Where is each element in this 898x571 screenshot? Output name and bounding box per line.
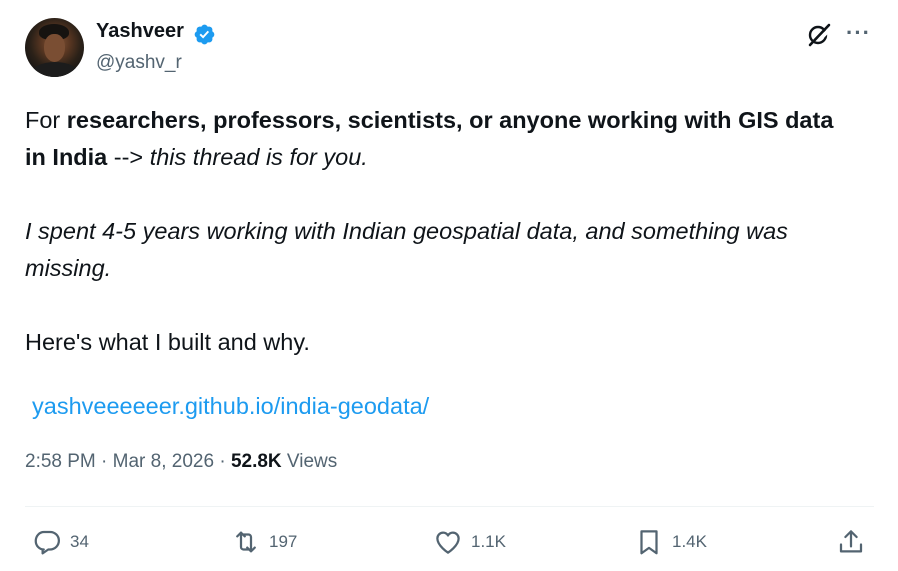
retweet-count: 197 xyxy=(269,532,298,551)
tweet-text-italic-1: this thread is for you. xyxy=(149,144,368,170)
tweet-blank-2 xyxy=(25,287,885,324)
more-options-icon[interactable]: ··· xyxy=(846,20,871,46)
reply-icon xyxy=(34,530,60,555)
tweet-line-2: in India --> this thread is for you. xyxy=(25,139,885,176)
author-handle[interactable]: @yashv_r xyxy=(96,52,182,74)
views-label: Views xyxy=(281,451,338,472)
share-icon xyxy=(839,530,863,553)
like-count: 1.1K xyxy=(471,532,506,551)
views-count: 52.8K xyxy=(230,451,282,472)
tweet-blank-1 xyxy=(25,176,885,213)
tweet-text: For researchers, professors, scientists,… xyxy=(25,102,885,361)
like-button[interactable]: 1.1K xyxy=(433,527,506,557)
reply-count: 34 xyxy=(70,532,89,551)
retweet-button[interactable]: 197 xyxy=(231,527,297,557)
tweet-paragraph-2-line-1: I spent 4-5 years working with Indian ge… xyxy=(25,218,788,244)
meta-separator: · xyxy=(95,451,113,472)
tweet-paragraph-3: Here's what I built and why. xyxy=(25,329,310,355)
tweet-link[interactable]: yashveeeeeer.github.io/india-geodata/ xyxy=(32,393,429,420)
heart-icon xyxy=(436,531,460,554)
tweet-date[interactable]: Mar 8, 2026 xyxy=(113,451,214,472)
tweet-text-bold-2: in India xyxy=(25,144,108,170)
tweet-text-bold-1: researchers, professors, scientists, or … xyxy=(66,107,834,133)
reply-button[interactable]: 34 xyxy=(32,527,89,557)
verified-badge-icon xyxy=(194,24,215,45)
tweet-text-prefix: For xyxy=(25,107,67,133)
avatar-body xyxy=(31,62,79,77)
bookmark-icon xyxy=(640,530,658,555)
share-button[interactable] xyxy=(836,527,866,557)
tweet-meta: 2:58 PM · Mar 8, 2026 · 52.8K Views xyxy=(25,451,337,473)
tweet-paragraph-2-line-2: missing. xyxy=(25,255,112,281)
tweet-line-1: For researchers, professors, scientists,… xyxy=(25,102,885,139)
author-name[interactable]: Yashveer xyxy=(96,20,184,43)
tweet-time[interactable]: 2:58 PM xyxy=(25,451,96,472)
tweet-text-arrow: --> xyxy=(107,144,150,170)
grok-icon[interactable] xyxy=(806,22,832,48)
avatar[interactable] xyxy=(25,18,84,77)
bookmark-button[interactable]: 1.4K xyxy=(634,527,707,557)
retweet-icon xyxy=(236,531,256,553)
meta-separator: · xyxy=(214,451,231,472)
bookmark-count: 1.4K xyxy=(672,532,707,551)
avatar-face xyxy=(44,34,65,62)
divider xyxy=(25,506,874,507)
